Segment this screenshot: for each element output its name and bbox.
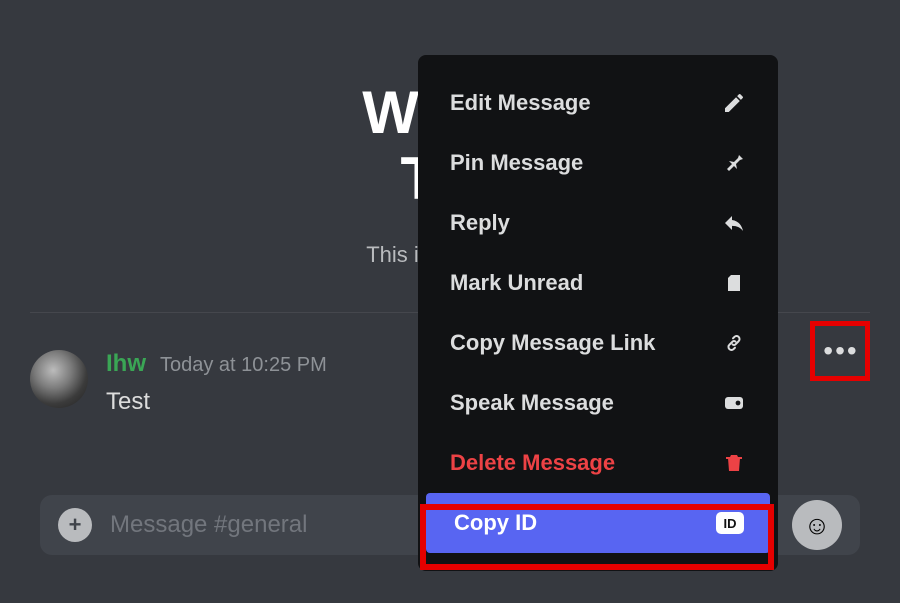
ctx-label: Reply bbox=[450, 210, 510, 236]
reply-icon bbox=[720, 209, 748, 237]
message-content: Test bbox=[106, 388, 327, 416]
message-header: Ihw Today at 10:25 PM bbox=[106, 350, 327, 378]
link-icon bbox=[720, 329, 748, 357]
ctx-label: Edit Message bbox=[450, 90, 591, 116]
smile-icon: ☺ bbox=[804, 510, 831, 541]
ctx-copy-id[interactable]: Copy ID ID bbox=[426, 493, 770, 553]
ctx-label: Copy Message Link bbox=[450, 330, 655, 356]
message-username[interactable]: Ihw bbox=[106, 350, 146, 378]
ctx-pin-message[interactable]: Pin Message bbox=[422, 133, 774, 193]
speak-icon bbox=[720, 389, 748, 417]
trash-icon bbox=[720, 449, 748, 477]
pin-icon bbox=[720, 149, 748, 177]
message-timestamp: Today at 10:25 PM bbox=[160, 354, 327, 377]
more-options-button[interactable]: ••• bbox=[816, 326, 866, 376]
ctx-delete-message[interactable]: Delete Message bbox=[422, 433, 774, 493]
ctx-mark-unread[interactable]: Mark Unread bbox=[422, 253, 774, 313]
ctx-label: Mark Unread bbox=[450, 270, 583, 296]
ctx-reply[interactable]: Reply bbox=[422, 193, 774, 253]
app-root: Welco Tes This is the beginr Ihw Today a… bbox=[0, 0, 900, 603]
plus-icon: + bbox=[69, 512, 82, 538]
pencil-icon bbox=[720, 89, 748, 117]
attach-button[interactable]: + bbox=[58, 508, 92, 542]
avatar[interactable] bbox=[30, 350, 88, 408]
ctx-speak-message[interactable]: Speak Message bbox=[422, 373, 774, 433]
emoji-button[interactable]: ☺ bbox=[792, 500, 842, 550]
ctx-label: Speak Message bbox=[450, 390, 614, 416]
message-body: Ihw Today at 10:25 PM Test bbox=[106, 350, 327, 416]
ctx-label: Delete Message bbox=[450, 450, 615, 476]
id-icon: ID bbox=[716, 512, 744, 534]
mark-icon bbox=[720, 269, 748, 297]
message-row[interactable]: Ihw Today at 10:25 PM Test bbox=[30, 350, 327, 416]
dots-icon: ••• bbox=[823, 335, 858, 367]
ctx-edit-message[interactable]: Edit Message bbox=[422, 73, 774, 133]
ctx-label: Copy ID bbox=[454, 510, 537, 536]
context-menu: Edit Message Pin Message Reply Mark Unre… bbox=[418, 55, 778, 571]
ctx-copy-link[interactable]: Copy Message Link bbox=[422, 313, 774, 373]
ctx-label: Pin Message bbox=[450, 150, 583, 176]
